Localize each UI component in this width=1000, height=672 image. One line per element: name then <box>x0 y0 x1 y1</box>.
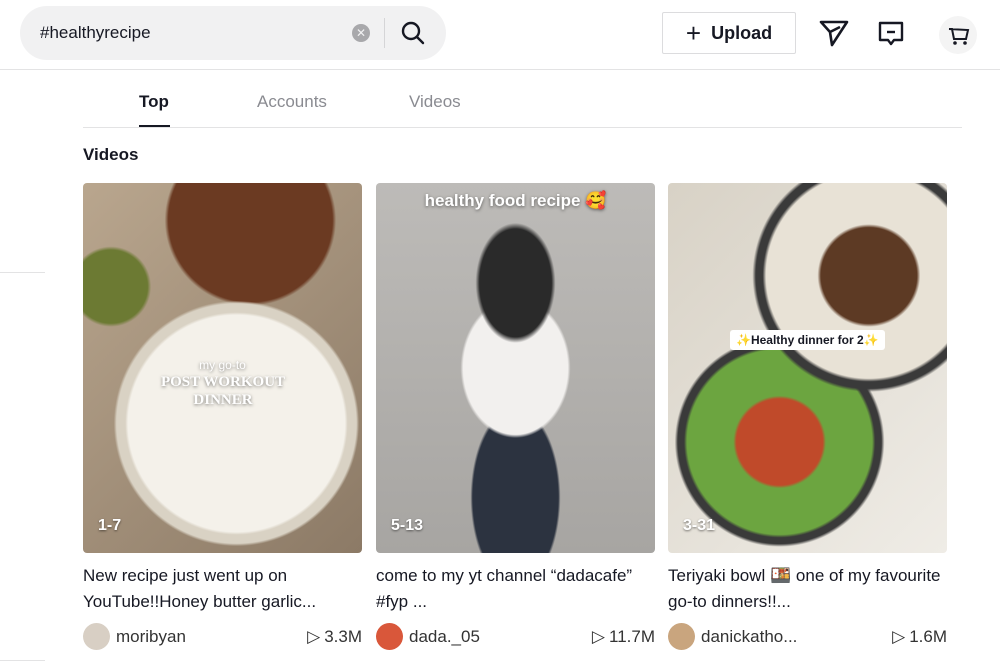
plus-icon: + <box>685 17 702 48</box>
search-bar: ✕ <box>20 6 446 60</box>
play-icon: ▷ <box>307 626 321 646</box>
video-date: 3-31 <box>683 517 716 534</box>
search-button[interactable] <box>400 20 426 51</box>
video-card[interactable]: healthy food recipe 🥰 5-13 come to my yt… <box>376 183 655 650</box>
section-title: Videos <box>83 145 139 164</box>
active-tab-indicator <box>139 125 170 127</box>
play-icon: ▷ <box>892 626 906 646</box>
sidebar-divider <box>0 272 45 273</box>
author-avatar[interactable] <box>83 623 110 650</box>
author-name[interactable]: moribyan <box>116 627 186 647</box>
search-tabs: Top Accounts Videos <box>83 86 962 128</box>
video-thumbnail[interactable]: ✨Healthy dinner for 2✨ 3-31 <box>668 183 947 553</box>
tab-videos[interactable]: Videos <box>409 92 461 112</box>
view-count: 1.6M <box>909 626 947 646</box>
video-card[interactable]: ✨Healthy dinner for 2✨ 3-31 Teriyaki bow… <box>668 183 947 650</box>
tab-accounts[interactable]: Accounts <box>257 92 327 112</box>
upload-label: Upload <box>711 22 773 43</box>
video-date: 5-13 <box>391 517 424 534</box>
inbox-icon[interactable] <box>877 20 905 53</box>
clear-search-icon[interactable]: ✕ <box>352 24 370 42</box>
author-avatar[interactable] <box>376 623 403 650</box>
video-thumbnail[interactable]: my go-to POST WORKOUT DINNER 1-7 <box>83 183 362 553</box>
video-caption[interactable]: Teriyaki bowl 🍱 one of my favourite go-t… <box>668 563 947 615</box>
search-divider <box>384 18 385 48</box>
profile-avatar[interactable] <box>939 16 977 54</box>
search-icon <box>401 21 425 45</box>
video-card[interactable]: my go-to POST WORKOUT DINNER 1-7 New rec… <box>83 183 362 650</box>
video-date: 1-7 <box>98 517 122 534</box>
author-avatar[interactable] <box>668 623 695 650</box>
sidebar-divider <box>0 660 45 661</box>
view-count: 3.3M <box>324 626 362 646</box>
upload-button[interactable]: + Upload <box>662 12 796 54</box>
search-input[interactable] <box>40 23 350 43</box>
overlay-small-text: my go-to <box>199 358 246 372</box>
overlay-title: healthy food recipe 🥰 <box>424 191 607 210</box>
video-caption[interactable]: New recipe just went up on YouTube!!Hone… <box>83 563 362 615</box>
messages-icon[interactable] <box>818 18 850 53</box>
shop-cart-icon <box>948 28 970 45</box>
play-icon: ▷ <box>591 626 605 646</box>
overlay-title: ✨Healthy dinner for 2✨ <box>730 330 885 350</box>
top-header: ✕ + Upload <box>0 0 1000 70</box>
author-name[interactable]: dada._05 <box>409 627 480 647</box>
overlay-title: POST WORKOUT DINNER <box>160 374 286 408</box>
video-thumbnail[interactable]: healthy food recipe 🥰 5-13 <box>376 183 655 553</box>
view-count: 11.7M <box>609 626 655 646</box>
video-caption[interactable]: come to my yt channel “dadacafe” #fyp ..… <box>376 563 655 615</box>
author-name[interactable]: danickatho... <box>701 627 797 647</box>
tab-top[interactable]: Top <box>139 92 169 112</box>
